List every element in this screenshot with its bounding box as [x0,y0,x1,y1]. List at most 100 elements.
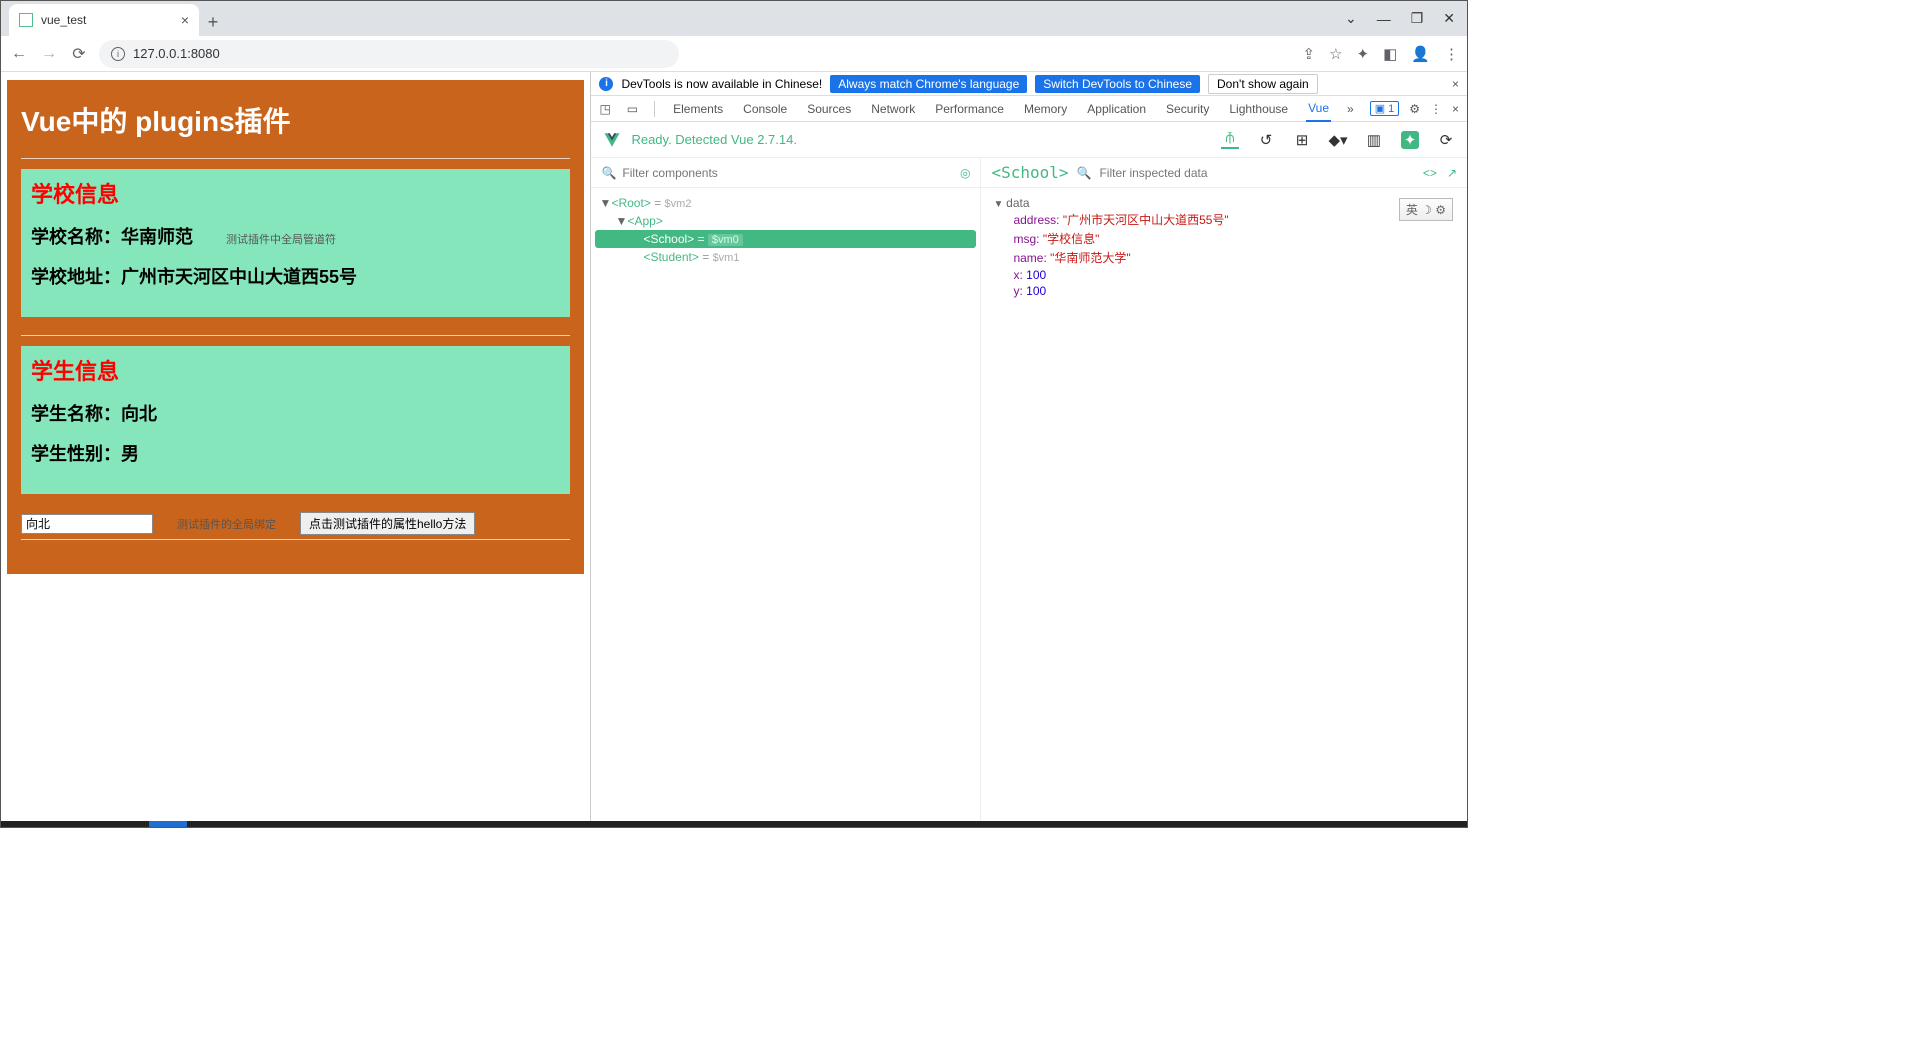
tab-close-icon[interactable]: × [181,12,189,28]
school-name-row: 学校名称：华南师范 测试插件中全局管道符 [31,223,560,249]
student-card: 学生信息 学生名称：向北 学生性别：男 [21,346,570,494]
test-plugin-button[interactable]: 点击测试插件的属性hello方法 [300,512,475,535]
window-chevron-icon[interactable]: ⌄ [1345,10,1357,27]
devtools-menu-icon[interactable]: ⋮ [1430,102,1442,116]
window-controls: ⌄ — ❐ ✕ [1333,1,1467,36]
screenshot-root: vue_test × + ⌄ — ❐ ✕ ← → ⟳ i 127.0.0.1:8… [0,0,1468,828]
school-card: 学校信息 学校名称：华南师范 测试插件中全局管道符 学校地址：广州市天河区中山大… [21,169,570,317]
footer-row: 测试插件的全局绑定 点击测试插件的属性hello方法 [21,512,570,535]
extensions-icon[interactable]: ✦ [1357,45,1370,63]
devtools-lang-banner: i DevTools is now available in Chinese! … [591,72,1467,96]
tab-lighthouse[interactable]: Lighthouse [1227,96,1290,122]
settings-icon[interactable]: ⚙ [1409,102,1420,116]
student-name-input[interactable] [21,514,153,534]
tab-title: vue_test [41,13,86,27]
window-minimize-icon[interactable]: — [1377,11,1391,27]
search-icon: 🔍 [601,166,616,180]
device-toolbar-icon[interactable]: ▭ [627,102,638,116]
student-heading: 学生信息 [31,354,560,386]
inspect-element-icon[interactable]: ◳ [599,102,610,116]
banner-switch-button[interactable]: Switch DevTools to Chinese [1035,75,1200,93]
browser-tab[interactable]: vue_test × [9,4,199,36]
tab-elements[interactable]: Elements [671,96,725,122]
data-row-address[interactable]: address: "广州市天河区中山大道西55号" [993,210,1455,229]
stats-icon[interactable]: ▥ [1365,131,1383,149]
share-icon[interactable]: ⇪ [1303,45,1316,63]
nav-back-button[interactable]: ← [9,44,29,64]
data-row-x[interactable]: x: 100 [993,267,1455,283]
tab-performance[interactable]: Performance [933,96,1006,122]
devtools-close-icon[interactable]: × [1452,102,1459,116]
refresh-icon[interactable]: ⟳ [1437,131,1455,149]
url-field[interactable]: i 127.0.0.1:8080 [99,40,679,68]
window-maximize-icon[interactable]: ❐ [1411,10,1424,27]
banner-dismiss-button[interactable]: Don't show again [1208,74,1318,94]
new-tab-button[interactable]: + [199,8,227,36]
footer-note: 测试插件的全局绑定 [177,516,276,532]
components-tab-icon[interactable]: ⫚ [1221,131,1239,149]
tree-search-input[interactable] [622,166,954,180]
open-editor-icon[interactable]: <> [1423,166,1437,180]
body-area: Vue中的 plugins插件 学校信息 学校名称：华南师范 测试插件中全局管道… [1,72,1467,827]
tree-app-node[interactable]: ▼<App> [595,212,976,230]
tree-student-node[interactable]: <Student> = $vm1 [595,248,976,266]
popout-icon[interactable]: ↗ [1447,166,1457,180]
tree-search-bar: 🔍 ◎ [591,158,980,188]
profile-icon[interactable]: 👤 [1411,45,1430,63]
data-row-msg[interactable]: msg: "学校信息" [993,229,1455,248]
page-content: Vue中的 plugins插件 学校信息 学校名称：华南师范 测试插件中全局管道… [1,72,590,827]
devtools-tab-bar: ◳ ▭ Elements Console Sources Network Per… [591,96,1467,122]
data-section-header[interactable]: data [993,196,1455,210]
new-badge-icon[interactable]: ✦ [1401,131,1419,149]
bookmark-icon[interactable]: ☆ [1329,45,1342,63]
tab-security[interactable]: Security [1164,96,1211,122]
vue-status-text: Ready. Detected Vue 2.7.14. [631,132,797,147]
school-address-row: 学校地址：广州市天河区中山大道西55号 [31,263,560,289]
plugin-icon[interactable]: ◆▾ [1329,131,1347,149]
taskbar-sliver [1,821,1467,827]
tree-root-node[interactable]: ▼<Root> = $vm2 [595,194,976,212]
vue-logo-icon [603,131,621,149]
separator [654,101,655,117]
timeline-icon[interactable]: ↺ [1257,131,1275,149]
address-bar: ← → ⟳ i 127.0.0.1:8080 ⇪ ☆ ✦ ◧ 👤 ⋮ [1,36,1467,72]
vue-favicon-icon [19,13,33,27]
nav-forward-button[interactable]: → [39,44,59,64]
data-row-name[interactable]: name: "华南师范大学" [993,248,1455,267]
tab-memory[interactable]: Memory [1022,96,1069,122]
tab-application[interactable]: Application [1085,96,1148,122]
student-gender-row: 学生性别：男 [31,440,560,466]
tree-school-node[interactable]: <School> = $vm0 [595,230,976,248]
tab-network[interactable]: Network [869,96,917,122]
ime-toolbar[interactable]: 英 ☽ ⚙ [1399,198,1453,221]
browser-tab-strip: vue_test × + ⌄ — ❐ ✕ [1,1,1467,36]
issues-badge[interactable]: ▣ 1 [1370,101,1400,116]
vue-body: 🔍 ◎ ▼<Root> = $vm2 ▼<App> <School> = $vm… [591,158,1467,827]
data-row-y[interactable]: y: 100 [993,283,1455,299]
target-icon[interactable]: ◎ [960,166,970,180]
window-close-icon[interactable]: ✕ [1443,10,1455,27]
tab-sources[interactable]: Sources [805,96,853,122]
nav-reload-button[interactable]: ⟳ [69,44,89,64]
app-root: Vue中的 plugins插件 学校信息 学校名称：华南师范 测试插件中全局管道… [7,80,584,574]
banner-close-icon[interactable]: × [1452,77,1459,91]
apps-icon[interactable]: ⊞ [1293,131,1311,149]
toolbar-right: ⇪ ☆ ✦ ◧ 👤 ⋮ [1303,45,1459,63]
sidepanel-icon[interactable]: ◧ [1383,45,1397,63]
tab-vue[interactable]: Vue [1306,96,1331,122]
divider [21,158,570,159]
kebab-menu-icon[interactable]: ⋮ [1444,45,1459,63]
inspected-component-name: <School> [991,163,1068,182]
school-heading: 学校信息 [31,177,560,209]
banner-always-match-button[interactable]: Always match Chrome's language [830,75,1027,93]
inspect-search-input[interactable] [1099,166,1414,180]
tab-console[interactable]: Console [741,96,789,122]
inspect-body: 英 ☽ ⚙ data address: "广州市天河区中山大道西55号" msg… [981,188,1467,307]
site-info-icon[interactable]: i [111,47,125,61]
more-tabs-icon[interactable]: » [1347,102,1354,116]
banner-text: DevTools is now available in Chinese! [621,77,822,91]
inspect-panel: <School> 🔍 <> ↗ 英 ☽ ⚙ data address: "广州市… [981,158,1467,827]
search-icon: 🔍 [1077,166,1092,180]
divider [21,335,570,336]
student-name-row: 学生名称：向北 [31,400,560,426]
